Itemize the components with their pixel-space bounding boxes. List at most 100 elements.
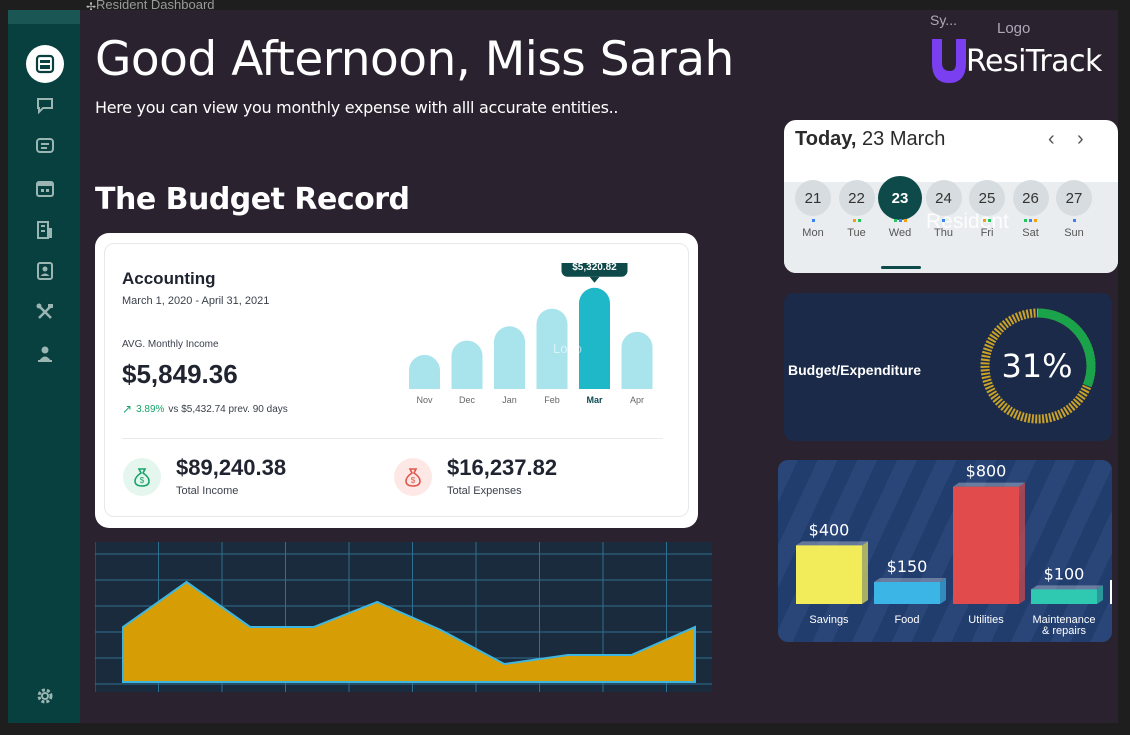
expense-area-chart — [94, 542, 731, 692]
svg-text:$: $ — [411, 476, 416, 485]
expense-bar-value: $400 — [809, 520, 850, 539]
message-icon[interactable] — [35, 136, 55, 156]
accounting-divider — [122, 438, 663, 439]
expense-bar-side — [862, 541, 868, 604]
income-bar-label: Apr — [630, 395, 644, 405]
calendar-event-dots — [839, 219, 875, 223]
accounting-date-range: March 1, 2020 - April 31, 2021 — [122, 295, 270, 307]
calendar-event-dots — [882, 219, 918, 223]
avg-income-value: $5,849.36 — [122, 359, 238, 389]
income-trend: ↗ 3.89% vs $5,432.74 prev. 90 days — [122, 402, 288, 416]
calendar-day[interactable]: 22 — [838, 180, 875, 216]
income-bar — [451, 340, 483, 389]
expense-bars-card: $400 Savings $150 Food $800 Utilities $100 Main… — [778, 460, 1112, 642]
building-icon[interactable] — [35, 220, 55, 240]
calendar-weekday: Mon — [802, 227, 824, 239]
calendar-event-dots — [1013, 219, 1049, 223]
calendar-heading: Today, 23 March — [795, 128, 945, 151]
expense-bar-chart: $400Savings$150Food$800Utilities$100Main… — [796, 462, 1112, 637]
brand-logo[interactable]: ResiTrack — [928, 37, 1102, 85]
accounting-card: Accounting March 1, 2020 - April 31, 202… — [95, 233, 698, 528]
accounting-title: Accounting — [122, 269, 216, 288]
calendar-day[interactable]: 26 — [1012, 180, 1049, 216]
expense-bar-top — [953, 482, 1025, 487]
greeting-title: Good Afternoon, Miss Sarah — [95, 32, 734, 87]
budget-gauge-value: 31% — [1001, 347, 1073, 385]
logo-label: Logo — [997, 20, 1031, 37]
income-bar — [579, 287, 610, 389]
sys-label: Sy... — [930, 12, 957, 28]
income-bar-label: Mar — [586, 395, 603, 405]
calendar-weekday: Fri — [980, 227, 994, 239]
calendar-weekday: Thu — [934, 227, 953, 239]
expense-bar-value: $800 — [966, 462, 1007, 481]
income-bar-label: Jan — [502, 395, 517, 405]
chevron-left-icon[interactable]: ‹ — [1048, 128, 1055, 151]
area-chart-panel — [94, 542, 731, 692]
calendar-weekday: Sat — [1022, 227, 1039, 239]
income-bar — [494, 326, 525, 389]
settings-icon[interactable] — [35, 686, 55, 706]
trend-percent: 3.89% — [136, 403, 165, 415]
expense-bar-top — [874, 578, 946, 582]
budget-gauge-card: Budget/Expenditure 31% — [784, 293, 1112, 441]
expense-bar — [953, 486, 1019, 604]
calendar-active-indicator — [881, 266, 921, 269]
person-icon[interactable] — [35, 344, 55, 364]
expense-bar-category: Savings — [809, 614, 849, 626]
expense-bar-value: $100 — [1044, 564, 1085, 583]
bars-edge-mark — [1110, 580, 1112, 604]
calendar-day[interactable]: 21 — [795, 180, 831, 216]
chart-watermark: Logo — [553, 341, 582, 356]
greeting-subtitle: Here you can view you monthly expense wi… — [95, 98, 619, 117]
income-money-icon: $ — [123, 458, 161, 496]
chevron-right-icon[interactable]: › — [1077, 128, 1084, 151]
home-icon[interactable] — [26, 45, 64, 83]
income-bar-label: Nov — [416, 395, 433, 405]
contacts-icon[interactable] — [35, 261, 55, 281]
calendar-day[interactable]: 23 — [880, 178, 920, 218]
income-bar — [409, 354, 440, 389]
budget-section-title: The Budget Record — [95, 182, 410, 217]
calendar-day[interactable]: 25 — [969, 180, 1005, 216]
expense-bar-top — [796, 541, 868, 546]
trend-text: vs $5,432.74 prev. 90 days — [168, 403, 288, 415]
calendar-day[interactable]: 24 — [925, 180, 962, 216]
expense-bar-category: & repairs — [1042, 625, 1087, 637]
income-bar-label: Dec — [459, 395, 476, 405]
expense-bar-value: $150 — [887, 557, 928, 576]
total-expenses-label: Total Expenses — [447, 485, 522, 497]
expense-bar-category: Utilities — [968, 614, 1004, 626]
tools-icon[interactable] — [35, 302, 55, 322]
expense-bar — [796, 545, 862, 604]
total-income-label: Total Income — [176, 485, 239, 497]
expense-bar-side — [1019, 482, 1025, 604]
expense-bar-side — [940, 578, 946, 604]
calendar-weekday: Sun — [1064, 227, 1084, 239]
calendar-icon[interactable] — [35, 178, 55, 198]
budget-gauge-label: Budget/Expenditure — [788, 362, 922, 378]
sidebar-top-band — [8, 10, 80, 24]
today-label: Today, — [795, 128, 857, 150]
bar-tooltip-pointer — [589, 276, 600, 283]
calendar-event-dots — [1056, 219, 1092, 223]
expense-bar-top — [1031, 585, 1103, 590]
calendar-card: Today, 23 March ‹ › Resident 21 Mon 22 Tue 2… — [784, 120, 1118, 273]
expense-bar — [874, 582, 940, 604]
income-bar-chart: Nov Dec Jan Feb Mar $5,320.82 Apr — [409, 263, 653, 405]
calendar-event-dots — [969, 219, 1005, 223]
today-date: 23 March — [862, 128, 946, 150]
svg-text:$: $ — [140, 476, 145, 485]
total-expenses-value: $16,237.82 — [447, 455, 558, 480]
calendar-day[interactable]: 27 — [1056, 180, 1092, 216]
dashboard-frame: Good Afternoon, Miss Sarah Here you can … — [8, 10, 1118, 723]
calendar-event-dots — [926, 219, 962, 223]
expense-money-icon: $ — [394, 458, 432, 496]
trend-up-icon: ↗ — [122, 402, 133, 416]
total-income-value: $89,240.38 — [176, 455, 287, 480]
expense-bar — [1031, 589, 1097, 604]
income-bar-label: Feb — [544, 395, 560, 405]
chat-icon[interactable] — [35, 95, 55, 115]
sidebar — [8, 10, 80, 723]
calendar-event-dots — [795, 219, 831, 223]
